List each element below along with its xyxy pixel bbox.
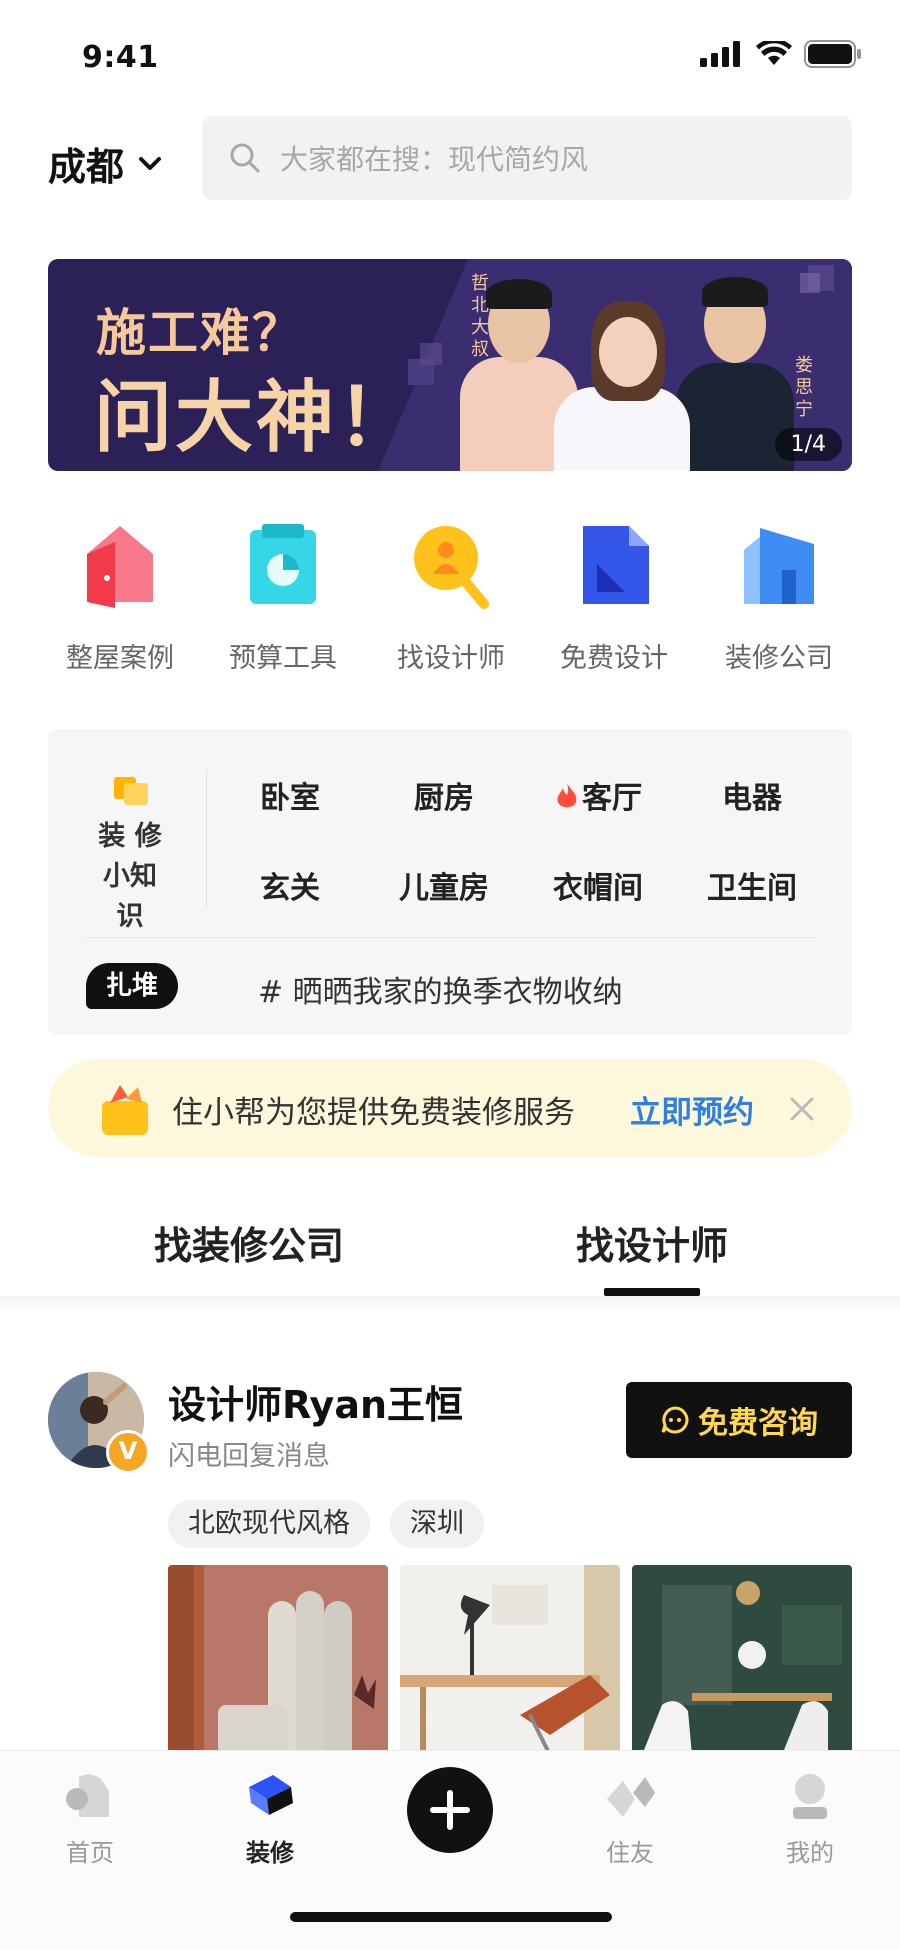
promo-banner[interactable]: 施工难？ 问大神！ 哲北大叔 娄思宁 胡 1/4 (48, 259, 852, 471)
keyword-cloakroom[interactable]: 衣帽间 (528, 863, 668, 907)
clipboard-chart-icon (238, 520, 328, 610)
keyword-living-room-label: 客厅 (582, 781, 642, 816)
designer-subtitle: 闪电回复消息 (168, 1441, 330, 1472)
verified-badge: V (106, 1430, 150, 1474)
banner-name-1: 哲北大叔 (471, 273, 489, 360)
tab-find-designer[interactable]: 找设计师 (576, 1215, 728, 1270)
nav-home[interactable]: 首页 (35, 1773, 145, 1868)
keyword-kitchen[interactable]: 厨房 (374, 773, 514, 817)
banner-title-line2: 问大神！ (94, 373, 419, 463)
section-separator (0, 1296, 900, 1314)
plus-icon (430, 1790, 470, 1830)
quick-entry-free-design[interactable]: 免费设计 (539, 520, 689, 675)
paint-roller-icon (249, 1775, 293, 1815)
home-icon (66, 1774, 109, 1817)
keyword-living-room[interactable]: 客厅 (528, 773, 668, 819)
city-name: 成都 (48, 145, 125, 189)
hot-topic-link[interactable]: # 晒晒我家的换季衣物收纳 (258, 967, 623, 1011)
status-icons (700, 40, 862, 68)
knowledge-title-line1: 装 修 (98, 821, 162, 852)
zhadui-tag[interactable]: 扎堆 (86, 963, 179, 1009)
keyword-appliances[interactable]: 电器 (682, 773, 822, 817)
nav-friends[interactable]: 住友 (575, 1773, 685, 1868)
quick-entry-label: 整屋案例 (66, 643, 174, 674)
design-document-icon (569, 520, 659, 610)
hot-flame-icon (554, 781, 580, 819)
battery-icon (804, 40, 861, 68)
quick-entry-label: 免费设计 (560, 643, 668, 674)
quick-entry-find-designer[interactable]: 找设计师 (376, 520, 526, 675)
quick-entry-label: 装修公司 (725, 643, 833, 674)
knowledge-title: 装 修 小知识 (90, 817, 170, 937)
chevron-down-icon (139, 156, 162, 170)
nav-profile-label: 我的 (786, 1839, 834, 1867)
close-icon[interactable] (788, 1081, 816, 1132)
style-tag[interactable]: 北欧现代风格 (168, 1500, 370, 1548)
free-consult-button[interactable]: 免费咨询 (626, 1382, 852, 1458)
location-tag[interactable]: 深圳 (390, 1500, 484, 1548)
cellular-signal-icon (700, 41, 740, 67)
quick-entry-decoration-company[interactable]: 装修公司 (704, 520, 854, 675)
profile-icon (793, 1774, 827, 1819)
free-service-promo[interactable]: 住小帮为您提供免费装修服务 立即预约 (48, 1059, 852, 1157)
nav-home-label: 首页 (66, 1839, 114, 1867)
quick-entry-label: 预算工具 (229, 643, 337, 674)
quick-entry-whole-house[interactable]: 整屋案例 (45, 520, 195, 675)
portfolio-photo-3[interactable] (632, 1565, 852, 1755)
designer-name[interactable]: 设计师Ryan王恒 (168, 1374, 463, 1429)
nav-friends-label: 住友 (606, 1839, 654, 1867)
gift-bag-icon (102, 1085, 148, 1135)
friends-icon (607, 1777, 655, 1817)
portfolio-photo-2[interactable] (400, 1565, 620, 1755)
nav-profile[interactable]: 我的 (755, 1773, 865, 1868)
folder-icon (114, 777, 148, 805)
search-bar[interactable]: 大家都在搜：现代简约风 (202, 116, 852, 200)
house-door-icon (75, 520, 165, 610)
promo-text: 住小帮为您提供免费装修服务 (172, 1095, 575, 1131)
nav-decoration[interactable]: 装修 (215, 1773, 325, 1868)
designer-search-icon (406, 520, 496, 610)
decoration-knowledge-panel: 装 修 小知识 卧室 厨房 客厅 电器 玄关 儿童房 衣帽间 卫生间 扎堆 # … (48, 729, 852, 1035)
wifi-icon (756, 41, 792, 65)
banner-name-2: 娄思宁 (795, 355, 813, 420)
portfolio-photo-1[interactable] (168, 1565, 388, 1755)
quick-entry-budget[interactable]: 预算工具 (208, 520, 358, 675)
search-placeholder: 大家都在搜：现代简约风 (280, 143, 589, 176)
add-button[interactable] (407, 1767, 493, 1853)
search-icon (230, 143, 260, 173)
status-time: 9:41 (82, 40, 159, 75)
knowledge-divider (206, 769, 207, 909)
nav-decoration-label: 装修 (246, 1839, 294, 1867)
chat-bubble-icon (661, 1406, 689, 1434)
book-now-link[interactable]: 立即预约 (630, 1087, 754, 1132)
knowledge-separator (86, 937, 816, 938)
keyword-entrance[interactable]: 玄关 (220, 863, 360, 907)
active-tab-indicator (604, 1288, 700, 1296)
knowledge-title-line2: 小知识 (103, 861, 157, 932)
keyword-kids-room[interactable]: 儿童房 (374, 863, 514, 907)
building-icon (734, 520, 824, 610)
city-selector[interactable]: 成都 (48, 136, 162, 191)
banner-page-counter: 1/4 (774, 428, 842, 461)
keyword-bathroom[interactable]: 卫生间 (682, 863, 822, 907)
free-consult-label: 免费咨询 (698, 1406, 818, 1441)
quick-entry-label: 找设计师 (397, 643, 505, 674)
tab-find-company[interactable]: 找装修公司 (154, 1215, 344, 1270)
keyword-bedroom[interactable]: 卧室 (220, 773, 360, 817)
home-indicator[interactable] (290, 1912, 612, 1922)
